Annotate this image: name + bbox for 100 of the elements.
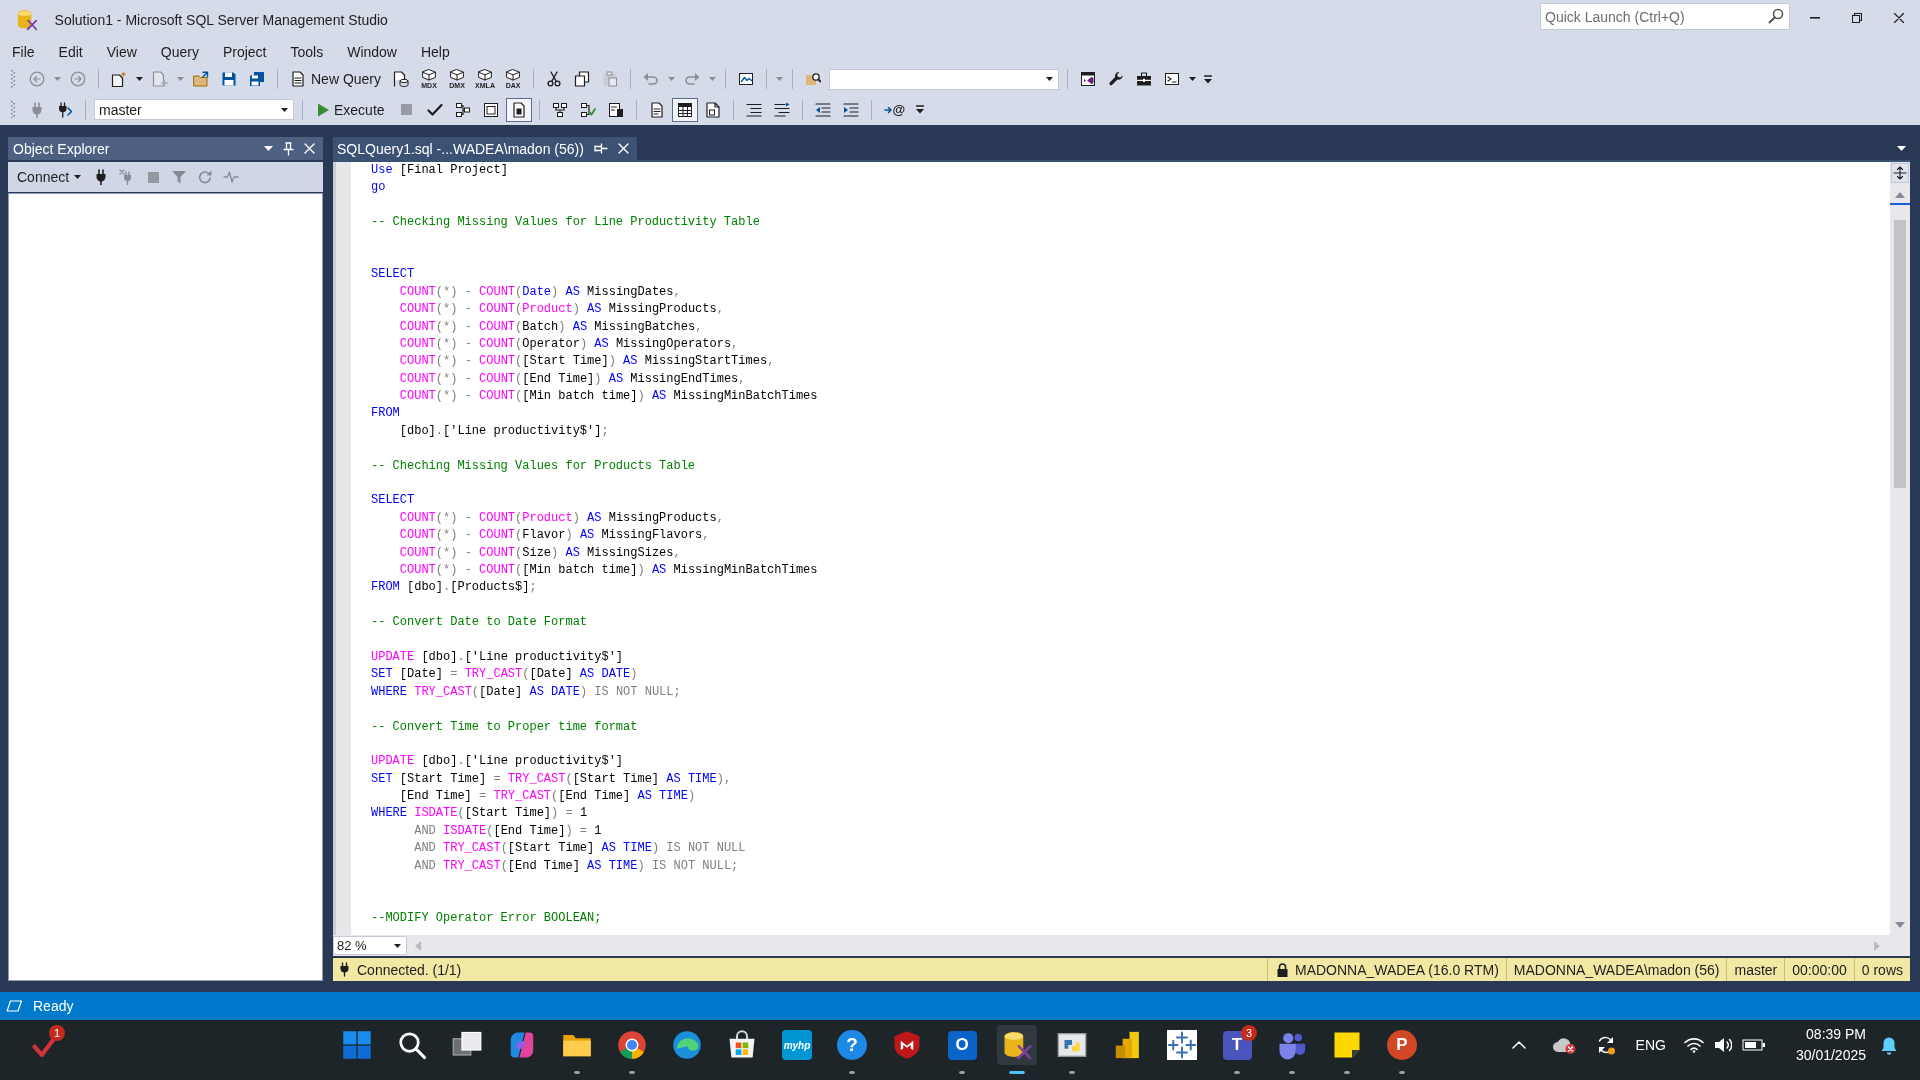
nested-window-icon bbox=[482, 101, 499, 118]
code-line: COUNT(*) - COUNT(Flavor) AS MissingFlavors, bbox=[399, 528, 710, 543]
database-tools-icon bbox=[1002, 1030, 1032, 1060]
battery-icon[interactable] bbox=[1741, 1038, 1766, 1052]
speaker-icon[interactable] bbox=[1713, 1037, 1732, 1053]
sticky-note-icon bbox=[1332, 1030, 1362, 1060]
arrow-icon bbox=[883, 105, 892, 114]
flow-check-icon bbox=[579, 101, 596, 118]
clock-time[interactable]: 08:39 PM bbox=[1806, 1024, 1866, 1045]
document-database-icon bbox=[393, 71, 410, 87]
toolbox-icon bbox=[1136, 71, 1153, 87]
pulse-icon bbox=[223, 169, 240, 185]
menu-item[interactable]: Help bbox=[409, 42, 461, 62]
clock-date[interactable]: 30/01/2025 bbox=[1795, 1045, 1866, 1066]
wrench-icon bbox=[1108, 71, 1125, 87]
code-line: COUNT(*) - COUNT(Product) AS MissingProducts, bbox=[399, 302, 724, 317]
connect-button[interactable]: Connect bbox=[10, 165, 89, 189]
close-icon[interactable] bbox=[617, 143, 629, 154]
code-line: WHERE ISDATE([Start Time]) = 1 bbox=[371, 806, 588, 821]
lines-arrow-icon bbox=[773, 101, 790, 118]
report-icon bbox=[607, 101, 624, 118]
drag-grip-icon[interactable] bbox=[11, 100, 15, 119]
caret-icon bbox=[177, 77, 184, 81]
code-line: FROM bbox=[371, 406, 400, 421]
caret-icon bbox=[668, 77, 676, 81]
search-icon bbox=[397, 1030, 427, 1060]
cube-icon bbox=[477, 69, 494, 81]
pin-icon[interactable] bbox=[283, 141, 294, 156]
taskbar-app-button[interactable]: T 3 bbox=[1217, 1025, 1257, 1065]
code-line: WHERE TRY_CAST([Date] AS DATE) IS NOT NULL; bbox=[371, 684, 681, 699]
code-line: SET [Start Time] = TRY_CAST([Start Time] AS TIME), bbox=[371, 771, 732, 786]
menu-item[interactable]: Tools bbox=[279, 42, 335, 62]
scissors-icon bbox=[546, 71, 563, 87]
document-tab[interactable]: SQLQuery1.sql -...WADEA\madon (56)) bbox=[333, 137, 637, 160]
code-line: UPDATE [dbo].['Line productivity$'] bbox=[371, 754, 624, 769]
menu-item[interactable]: Edit bbox=[47, 42, 94, 62]
scroll-thumb[interactable] bbox=[1894, 220, 1906, 488]
drag-grip-icon[interactable] bbox=[11, 70, 15, 88]
code-line: AND TRY_CAST([Start Time] AS TIME) IS NOT NULL bbox=[414, 841, 746, 856]
wave-circle-icon bbox=[672, 1030, 702, 1060]
sparkle-document-icon bbox=[111, 71, 127, 87]
funnel-icon bbox=[171, 169, 188, 185]
quick-launch-field[interactable]: Quick Launch (Ctrl+Q) bbox=[1540, 3, 1790, 30]
actual-plan-button[interactable] bbox=[505, 97, 532, 122]
text-document-icon bbox=[648, 101, 665, 118]
restore-icon bbox=[1852, 13, 1862, 23]
redo-arrow-icon bbox=[684, 71, 701, 87]
outdent-icon bbox=[814, 101, 831, 118]
shield-icon bbox=[892, 1030, 922, 1060]
menu-item[interactable]: Project bbox=[211, 42, 278, 62]
specify-values-button[interactable]: @ bbox=[878, 97, 911, 122]
chevron-up-icon bbox=[1511, 1041, 1526, 1049]
play-icon bbox=[317, 102, 329, 117]
results-to-grid-button[interactable] bbox=[671, 97, 698, 122]
status-icon bbox=[6, 1000, 23, 1012]
code-line: COUNT(*) - COUNT(Product) AS MissingProducts, bbox=[399, 510, 724, 525]
code-line: COUNT(*) - COUNT(Operator) AS MissingOperators, bbox=[399, 336, 739, 351]
taskbar-app-button[interactable]: 1 bbox=[25, 1025, 65, 1065]
plug-arrow-icon bbox=[57, 101, 73, 118]
database-dropdown[interactable]: master bbox=[94, 99, 294, 120]
notification-badge: 1 bbox=[49, 1025, 65, 1041]
zoom-dropdown[interactable]: 82 % bbox=[333, 936, 407, 955]
show-hidden-icons-button[interactable] bbox=[1511, 1041, 1526, 1049]
close-icon bbox=[1894, 13, 1904, 23]
file-icon bbox=[704, 101, 721, 118]
close-icon[interactable] bbox=[304, 143, 315, 154]
cube-icon bbox=[421, 69, 438, 81]
notification-badge: 3 bbox=[1241, 1025, 1257, 1041]
caret-icon bbox=[776, 77, 784, 81]
refresh-icon bbox=[197, 169, 214, 185]
code-line: -- Convert Time to Proper time format bbox=[371, 719, 638, 734]
menu-item[interactable]: View bbox=[95, 42, 148, 62]
document-icon bbox=[510, 101, 527, 118]
down-arrow-icon[interactable] bbox=[1895, 922, 1905, 928]
menu-item[interactable]: Window bbox=[336, 42, 408, 62]
cloud-error-icon[interactable] bbox=[1551, 1036, 1576, 1054]
elapsed-time: 00:00:00 bbox=[1784, 958, 1854, 981]
cube-icon bbox=[505, 69, 522, 81]
caret-icon bbox=[1046, 77, 1054, 81]
notification-bell-icon[interactable] bbox=[1880, 1035, 1898, 1055]
new-query-button[interactable]: New Query bbox=[285, 67, 387, 91]
indent-icon bbox=[842, 101, 859, 118]
code-line: Use [Final Project] bbox=[371, 163, 508, 177]
window-logo-icon bbox=[1080, 71, 1097, 87]
input-language[interactable]: ENG bbox=[1635, 1037, 1666, 1053]
up-arrow-icon[interactable] bbox=[1895, 192, 1905, 198]
split-button[interactable] bbox=[1891, 163, 1909, 183]
vertical-scrollbar[interactable] bbox=[1890, 162, 1910, 935]
caret-icon[interactable] bbox=[264, 146, 273, 151]
wifi-icon[interactable] bbox=[1683, 1037, 1704, 1053]
code-line: -- Convert Date to Date Format bbox=[371, 615, 588, 630]
execute-button[interactable]: Execute bbox=[310, 97, 392, 122]
crosses-tile-icon bbox=[1167, 1030, 1197, 1060]
menu-item[interactable]: Query bbox=[149, 42, 210, 62]
menu-item[interactable]: File bbox=[1, 42, 46, 62]
dropdown-field[interactable] bbox=[829, 68, 1060, 90]
pin-icon[interactable] bbox=[593, 143, 608, 154]
caret-icon[interactable] bbox=[1897, 146, 1906, 151]
code-line: UPDATE [dbo].['Line productivity$'] bbox=[371, 649, 624, 664]
terminal-icon bbox=[1164, 71, 1181, 87]
